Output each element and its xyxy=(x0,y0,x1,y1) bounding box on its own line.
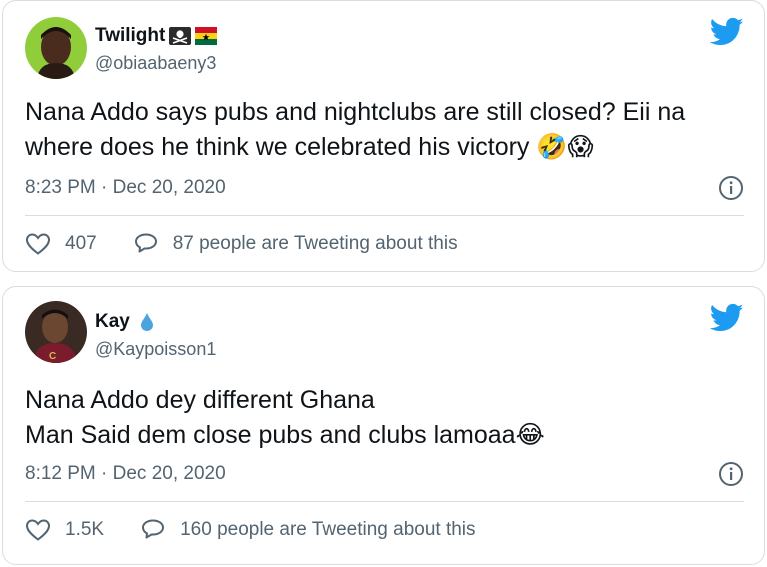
like-count: 1.5K xyxy=(65,519,105,540)
username-handle[interactable]: @Kaypoisson1 xyxy=(95,339,216,360)
twitter-bird-icon[interactable] xyxy=(709,303,744,333)
avatar[interactable] xyxy=(25,17,87,79)
heart-icon xyxy=(25,519,51,541)
conversation-link[interactable]: 160 people are Tweeting about this xyxy=(140,518,476,542)
tweet-card[interactable]: C Kay @Kaypoisson1 Nana Addo dey differe… xyxy=(2,286,765,565)
timestamp[interactable]: 8:12 PM · Dec 20, 2020 xyxy=(25,463,226,485)
divider xyxy=(25,501,744,502)
twitter-bird-icon[interactable] xyxy=(709,17,744,47)
info-icon[interactable] xyxy=(718,461,744,487)
tweet-text: Nana Addo says pubs and nightclubs are s… xyxy=(25,98,686,161)
skull-crossbones-flag-icon xyxy=(169,27,192,45)
speech-bubble-icon xyxy=(134,233,157,253)
display-name[interactable]: Kay xyxy=(95,311,130,333)
timestamp[interactable]: 8:23 PM · Dec 20, 2020 xyxy=(25,177,226,199)
heart-icon xyxy=(25,233,51,255)
tweet-text: Nana Addo dey different Ghana Man Said d… xyxy=(25,386,545,449)
ghana-flag-icon xyxy=(195,27,218,45)
svg-text:C: C xyxy=(49,351,56,362)
display-name[interactable]: Twilight xyxy=(95,25,165,47)
like-count: 407 xyxy=(65,233,97,254)
avatar[interactable]: C xyxy=(25,301,87,363)
divider xyxy=(25,215,744,216)
conversation-text: 160 people are Tweeting about this xyxy=(180,519,476,540)
speech-bubble-icon xyxy=(142,519,165,539)
username-handle[interactable]: @obiaabaeny3 xyxy=(95,53,216,74)
like-button[interactable]: 407 xyxy=(25,232,97,256)
like-button[interactable]: 1.5K xyxy=(25,518,104,542)
info-icon[interactable] xyxy=(718,175,744,201)
conversation-link[interactable]: 87 people are Tweeting about this xyxy=(133,232,458,256)
tweet-card[interactable]: Twilight @obiaabaeny3 Nana Addo says pub… xyxy=(2,0,765,272)
conversation-text: 87 people are Tweeting about this xyxy=(172,233,458,254)
droplet-icon xyxy=(140,312,154,332)
